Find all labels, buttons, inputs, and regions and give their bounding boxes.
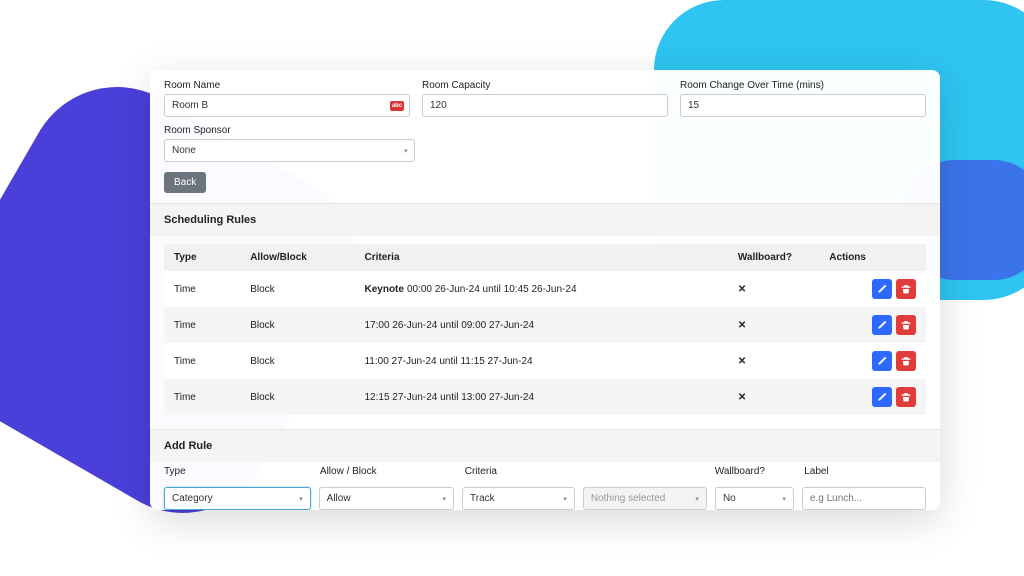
add-criteria2-value: Nothing selected	[591, 493, 666, 504]
criteria-text: 11:00 27-Jun-24 until 11:15 27-Jun-24	[364, 356, 532, 367]
room-sponsor-select[interactable]: None ▾	[164, 139, 415, 162]
table-row: TimeBlock Keynote 00:00 26-Jun-24 until 10…	[164, 271, 926, 307]
criteria-text: 00:00 26-Jun-24 until 10:45 26-Jun-24	[407, 284, 577, 295]
delete-button[interactable]	[896, 279, 916, 299]
scheduling-rules-header: Scheduling Rules	[150, 204, 940, 236]
room-name-group: Room Name abc	[164, 80, 410, 117]
x-icon: ✕	[738, 320, 746, 331]
cell-wallboard: ✕	[728, 307, 819, 343]
edit-button[interactable]	[872, 387, 892, 407]
x-icon: ✕	[738, 284, 746, 295]
cell-allow: Block	[240, 307, 354, 343]
add-wallboard-value: No	[723, 493, 736, 504]
delete-button[interactable]	[896, 351, 916, 371]
room-changeover-group: Room Change Over Time (mins)	[680, 80, 926, 117]
th-type: Type	[164, 244, 240, 271]
add-label-input[interactable]	[802, 487, 926, 510]
delete-button[interactable]	[896, 315, 916, 335]
room-sponsor-value: None	[172, 145, 196, 156]
table-row: TimeBlock 12:15 27-Jun-24 until 13:00 27-…	[164, 379, 926, 415]
room-changeover-input[interactable]	[680, 94, 926, 117]
cell-criteria: Keynote 00:00 26-Jun-24 until 10:45 26-Ju…	[354, 271, 727, 307]
add-th-label: Label	[804, 466, 926, 477]
edit-button[interactable]	[872, 351, 892, 371]
criteria-text: 17:00 26-Jun-24 until 09:00 27-Jun-24	[364, 320, 534, 331]
add-th-type: Type	[164, 466, 308, 477]
abc-badge-icon: abc	[390, 101, 404, 111]
room-capacity-input[interactable]	[422, 94, 668, 117]
edit-button[interactable]	[872, 279, 892, 299]
delete-button[interactable]	[896, 387, 916, 407]
th-wallboard: Wallboard?	[728, 244, 819, 271]
room-form: Room Name abc Room Capacity Room Change …	[150, 70, 940, 203]
cell-criteria: 17:00 26-Jun-24 until 09:00 27-Jun-24	[354, 307, 727, 343]
room-name-label: Room Name	[164, 80, 410, 91]
add-allow-value: Allow	[327, 493, 351, 504]
cell-allow: Block	[240, 343, 354, 379]
room-sponsor-group: Room Sponsor None ▾	[164, 125, 415, 162]
cell-type: Time	[164, 307, 240, 343]
rules-table: Type Allow/Block Criteria Wallboard? Act…	[164, 244, 926, 415]
cell-type: Time	[164, 343, 240, 379]
cell-actions	[819, 307, 926, 343]
criteria-tag: Keynote	[364, 284, 403, 295]
edit-button[interactable]	[872, 315, 892, 335]
room-capacity-label: Room Capacity	[422, 80, 668, 91]
room-changeover-label: Room Change Over Time (mins)	[680, 80, 926, 91]
cell-actions	[819, 379, 926, 415]
cell-allow: Block	[240, 271, 354, 307]
add-wallboard-select[interactable]: No ▾	[715, 487, 794, 510]
table-row: TimeBlock 11:00 27-Jun-24 until 11:15 27-…	[164, 343, 926, 379]
th-criteria: Criteria	[354, 244, 727, 271]
chevron-down-icon: ▾	[443, 495, 447, 503]
cell-criteria: 12:15 27-Jun-24 until 13:00 27-Jun-24	[354, 379, 727, 415]
criteria-text: 12:15 27-Jun-24 until 13:00 27-Jun-24	[364, 392, 534, 403]
add-rule-form: Category ▾ Allow ▾ Track ▾ Nothing selec…	[150, 481, 940, 510]
chevron-down-icon: ▾	[404, 147, 408, 155]
add-criteria2-select[interactable]: Nothing selected ▾	[583, 487, 707, 510]
add-th-allowblock: Allow / Block	[320, 466, 453, 477]
add-th-wallboard: Wallboard?	[715, 466, 792, 477]
cell-wallboard: ✕	[728, 343, 819, 379]
add-rule-header: Add Rule	[150, 430, 940, 462]
chevron-down-icon: ▾	[782, 495, 786, 503]
room-capacity-group: Room Capacity	[422, 80, 668, 117]
cell-type: Time	[164, 379, 240, 415]
th-allowblock: Allow/Block	[240, 244, 354, 271]
add-th-criteria: Criteria	[465, 466, 703, 477]
room-name-input[interactable]	[164, 94, 410, 117]
chevron-down-icon: ▾	[563, 495, 567, 503]
chevron-down-icon: ▾	[695, 495, 699, 503]
back-button[interactable]: Back	[164, 172, 206, 193]
cell-allow: Block	[240, 379, 354, 415]
chevron-down-icon: ▾	[299, 495, 303, 503]
th-actions: Actions	[819, 244, 926, 271]
add-criteria1-select[interactable]: Track ▾	[462, 487, 575, 510]
add-criteria1-value: Track	[470, 493, 495, 504]
cell-criteria: 11:00 27-Jun-24 until 11:15 27-Jun-24	[354, 343, 727, 379]
room-sponsor-label: Room Sponsor	[164, 125, 415, 136]
x-icon: ✕	[738, 392, 746, 403]
x-icon: ✕	[738, 356, 746, 367]
add-allow-select[interactable]: Allow ▾	[319, 487, 454, 510]
cell-actions	[819, 271, 926, 307]
add-type-value: Category	[172, 493, 213, 504]
cell-actions	[819, 343, 926, 379]
add-type-select[interactable]: Category ▾	[164, 487, 311, 510]
room-settings-card: Room Name abc Room Capacity Room Change …	[150, 70, 940, 510]
cell-type: Time	[164, 271, 240, 307]
cell-wallboard: ✕	[728, 379, 819, 415]
table-row: TimeBlock 17:00 26-Jun-24 until 09:00 27-…	[164, 307, 926, 343]
cell-wallboard: ✕	[728, 271, 819, 307]
